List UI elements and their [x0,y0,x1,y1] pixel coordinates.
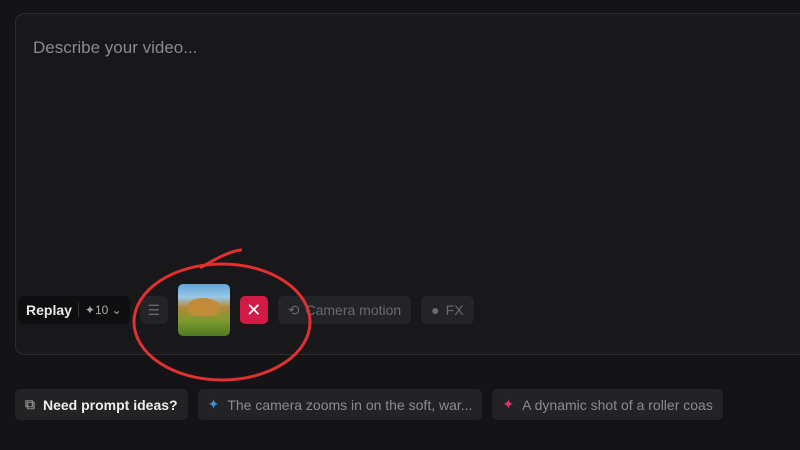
image-thumbnail[interactable] [177,284,230,336]
fx-button[interactable]: ● FX [421,296,474,324]
prompt-input[interactable]: Describe your video... [33,38,197,58]
suggestion-text: The camera zooms in on the soft, war... [227,396,473,413]
camera-motion-icon: ⟲ [287,301,300,318]
dice-icon: ⧉ [25,396,35,412]
suggestions-row: ⧉ Need prompt ideas? ✦ The camera zooms in… [15,389,723,420]
settings-button[interactable]: ☰ [139,296,168,324]
camera-motion-label: Camera motion [305,302,402,318]
camera-motion-button[interactable]: ⟲ Camera motion [277,296,412,324]
close-icon: ✕ [246,299,262,320]
suggestion-text: A dynamic shot of a roller coas [522,396,713,413]
suggestion-chip[interactable]: ✦ The camera zooms in on the soft, war... [197,389,483,420]
credits-selector[interactable]: ✦10 ⌄ [85,303,122,317]
sparkle-icon: ✦ [502,396,515,412]
sliders-icon: ☰ [147,301,161,318]
credits-value: 10 [94,303,109,317]
sparkle-icon: ✦ [207,396,220,412]
dog-image [187,298,220,316]
divider [77,303,79,317]
suggestion-chip[interactable]: ✦ A dynamic shot of a roller coas [492,389,723,420]
fx-label: FX [445,302,464,318]
replay-label: Replay [26,302,72,318]
need-ideas-label: Need prompt ideas? [43,396,178,413]
model-selector[interactable]: Replay ✦10 ⌄ [18,296,130,324]
need-prompt-ideas-button[interactable]: ⧉ Need prompt ideas? [15,389,188,420]
remove-image-button[interactable]: ✕ [239,296,268,324]
fx-icon: ● [431,302,440,318]
prompt-toolbar: Replay ✦10 ⌄ ☰ ✕ ⟲ Camera motion ● FX [18,284,474,336]
